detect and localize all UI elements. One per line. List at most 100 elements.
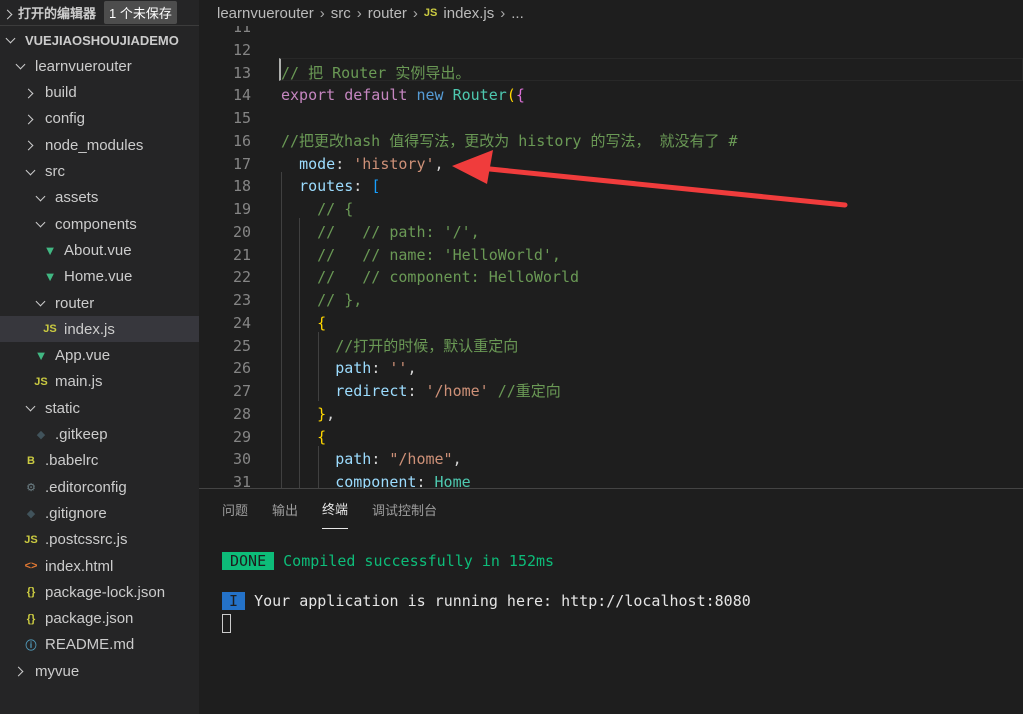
code-text: //把更改hash 值得写法，更改为 history 的写法， 就没有了 # <box>281 130 738 153</box>
terminal-output[interactable]: DONE Compiled successfully in 152ms I Yo… <box>222 551 751 633</box>
line-number: 19 <box>232 200 251 218</box>
html-icon: <> <box>24 560 38 572</box>
tree-file[interactable]: ⓘ README.md <box>0 632 199 658</box>
panel-tab[interactable]: 调试控制台 <box>372 490 437 529</box>
tree-folder[interactable]: assets <box>0 185 199 211</box>
code-token: // // path: '/', <box>317 222 480 241</box>
tree-item-label: package-lock.json <box>45 583 166 601</box>
code-token: Router <box>452 86 507 105</box>
breadcrumb-item[interactable]: learnvuerouter <box>217 5 314 22</box>
tree-folder[interactable]: build <box>0 80 199 106</box>
tree-folder[interactable]: VUEJIAOSHOUJIADEMO <box>0 27 199 53</box>
code-line: 17 mode: 'history', <box>199 153 1023 176</box>
open-editors-label: 打开的编辑器 <box>18 6 97 21</box>
tree-item-label: About.vue <box>64 241 132 259</box>
tree-item-label: assets <box>55 189 99 207</box>
chevron-right-icon <box>25 114 35 124</box>
chevron-down-icon <box>25 403 35 413</box>
line-number: 17 <box>232 154 251 173</box>
line-number: 18 <box>232 177 251 196</box>
code-token: : <box>335 154 354 173</box>
tree-file[interactable]: JS index.js <box>0 316 199 343</box>
running-url-message: Your application is running here: http:/… <box>254 592 751 610</box>
tree-folder[interactable]: components <box>0 211 199 237</box>
tree-folder[interactable]: learnvuerouter <box>0 53 199 79</box>
tree-file[interactable]: ▼ Home.vue <box>0 264 199 290</box>
git-icon: ◆ <box>26 507 36 520</box>
code-token: '' <box>389 359 408 378</box>
code-token: new <box>416 86 444 105</box>
code-line: 16 //把更改hash 值得写法，更改为 history 的写法， 就没有了 # <box>199 130 1023 153</box>
tree-item-label: static <box>45 399 81 417</box>
code-editor[interactable]: 11 12 13 // 把 Router 实例导出。 14 export default … <box>199 26 1023 488</box>
breadcrumb-item[interactable]: src <box>331 5 351 22</box>
breadcrumb-more[interactable]: ... <box>511 5 524 22</box>
code-text: // // component: HelloWorld <box>281 266 579 289</box>
tree-item-label: config <box>45 110 86 128</box>
code-line: 29 { <box>199 426 1023 449</box>
code-token: routes <box>299 177 354 196</box>
line-number: 28 <box>232 404 251 423</box>
code-text: redirect: '/home' //重定向 <box>281 380 561 403</box>
breadcrumb-file[interactable]: index.js <box>443 5 494 22</box>
tree-folder[interactable]: node_modules <box>0 132 199 158</box>
code-token: : <box>407 382 426 400</box>
tree-file[interactable]: ▼ App.vue <box>0 343 199 369</box>
tree-file[interactable]: {} package.json <box>0 606 199 632</box>
code-token: path <box>335 359 372 378</box>
code-text: //打开的时候，默认重定向 <box>281 335 518 358</box>
code-token: Home <box>434 473 471 488</box>
code-token: { <box>515 86 525 105</box>
tree-folder[interactable]: myvue <box>0 658 199 684</box>
tree-file[interactable]: ▼ About.vue <box>0 237 199 263</box>
tree-item-label: build <box>45 84 77 102</box>
tree-item-label: .editorconfig <box>45 478 127 496</box>
compile-status: Compiled successfully in 152ms <box>283 552 555 570</box>
js-icon: JS <box>24 533 38 546</box>
line-number: 27 <box>232 382 251 400</box>
tree-file[interactable]: ⚙ .editorconfig <box>0 474 199 500</box>
panel-tab[interactable]: 终端 <box>322 489 349 529</box>
tree-folder[interactable]: router <box>0 290 199 316</box>
code-text: { <box>281 312 326 335</box>
tree-item-label: Home.vue <box>64 268 133 286</box>
panel-tab[interactable]: 问题 <box>222 490 248 529</box>
tree-file[interactable]: {} package-lock.json <box>0 579 199 605</box>
code-text: path: "/home", <box>281 448 461 471</box>
line-number: 23 <box>232 291 251 309</box>
code-line: 11 <box>199 26 1023 39</box>
code-line: 28 }, <box>199 403 1023 426</box>
tree-file[interactable]: JS .postcssrc.js <box>0 527 199 553</box>
panel-tab[interactable]: 输出 <box>272 490 298 529</box>
code-token: // // component: HelloWorld <box>317 268 580 287</box>
code-token: // }, <box>317 291 363 309</box>
json-icon: {} <box>26 586 36 599</box>
line-number: 22 <box>232 268 251 287</box>
tree-file[interactable]: ◆ .gitkeep <box>0 422 199 448</box>
tree-file[interactable]: JS main.js <box>0 369 199 395</box>
code-line: 13 // 把 Router 实例导出。 <box>199 62 1023 85</box>
tree-item-label: .gitignore <box>45 504 107 522</box>
tree-file[interactable]: ◆ .gitignore <box>0 500 199 526</box>
code-text: routes: [ <box>281 175 380 198</box>
explorer-sidebar: 打开的编辑器 1 个未保存 VUEJIAOSHOUJIADEMO learnvue… <box>0 0 199 714</box>
line-number: 15 <box>232 109 251 127</box>
code-line: 27 redirect: '/home' //重定向 <box>199 380 1023 403</box>
tree-folder[interactable]: config <box>0 106 199 132</box>
open-editors-header[interactable]: 打开的编辑器 1 个未保存 <box>0 0 199 26</box>
code-text: export default new Router({ <box>281 84 525 107</box>
vue-icon: ▼ <box>34 348 48 364</box>
code-line: 19 // { <box>199 198 1023 221</box>
js-icon: JS <box>43 323 57 336</box>
tree-folder[interactable]: src <box>0 159 199 185</box>
tree-folder[interactable]: static <box>0 395 199 421</box>
breadcrumb-item[interactable]: router <box>368 5 407 22</box>
tree-file[interactable]: <> index.html <box>0 553 199 579</box>
tree-file[interactable]: B .babelrc <box>0 448 199 474</box>
code-text: // }, <box>281 289 362 312</box>
vue-icon: ▼ <box>43 269 57 285</box>
